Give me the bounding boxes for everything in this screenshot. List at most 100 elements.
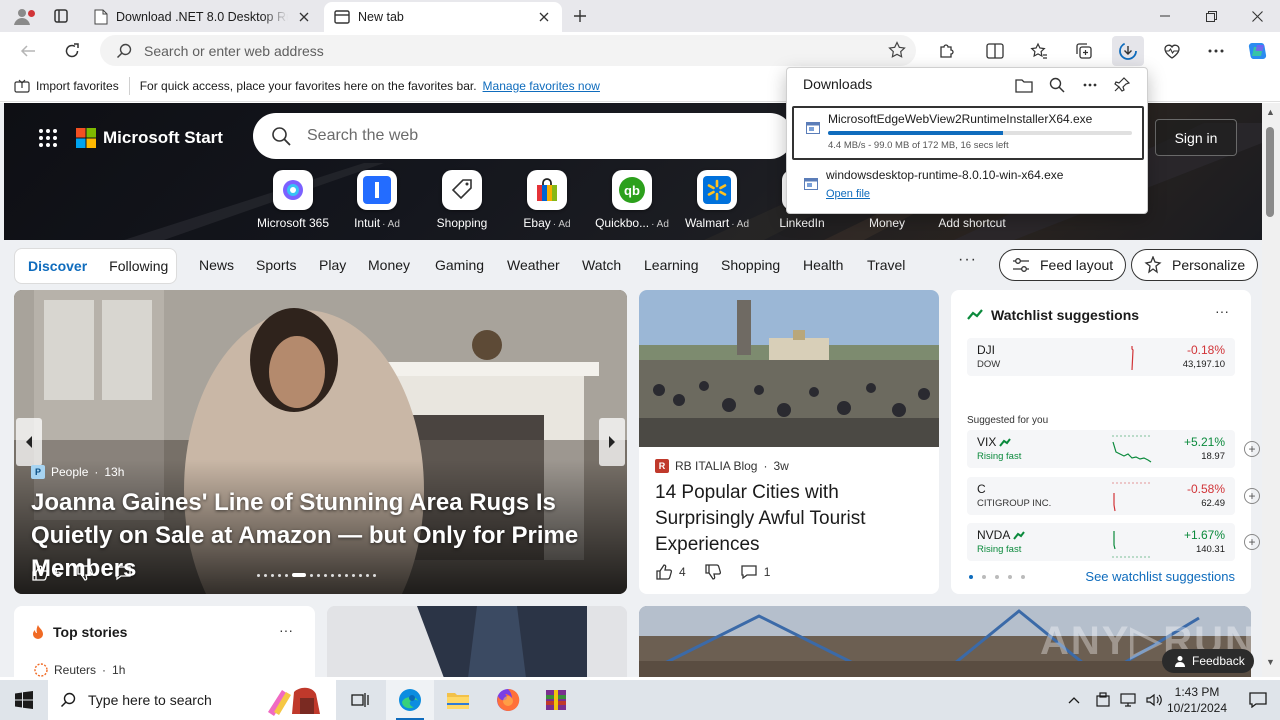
nav-travel[interactable]: Travel [867,257,905,273]
import-favorites-button[interactable]: Import favorites [14,76,130,95]
shortcut-shopping[interactable]: Shopping [422,170,502,230]
web-search-input[interactable]: Search the web [307,127,418,145]
carousel-dot[interactable] [317,573,320,577]
carousel-dot[interactable] [352,573,355,577]
profile-button[interactable] [8,4,36,28]
favorites-button[interactable] [1023,36,1055,66]
tab-actions-button[interactable] [48,4,74,28]
featured-story-card[interactable]: P People · 13h Joanna Gaines' Line of St… [14,290,627,594]
thumbs-down-icon[interactable] [704,563,722,581]
nav-gaming[interactable]: Gaming [435,257,484,273]
more-options-icon[interactable] [1078,74,1102,96]
scroll-down-arrow-icon[interactable]: ▼ [1266,657,1275,667]
personalize-button[interactable]: Personalize [1131,249,1259,281]
app-launcher-icon[interactable] [38,128,58,148]
tab-following[interactable]: Following [109,258,168,274]
shortcut-walmart[interactable]: Walmart · Ad [677,170,757,230]
address-input[interactable]: Search or enter web address [144,43,324,59]
search-downloads-icon[interactable] [1045,74,1069,96]
sign-in-button[interactable]: Sign in [1155,119,1237,156]
watchlist-row-vix[interactable]: VIX Rising fast +5.21% 18.97 + [967,430,1260,468]
see-watchlist-suggestions-link[interactable]: See watchlist suggestions [1085,569,1235,584]
settings-more-button[interactable] [1200,36,1232,66]
comment-icon[interactable] [114,564,132,582]
close-window-button[interactable] [1234,0,1280,32]
carousel-dot[interactable] [373,573,376,577]
web-search-box[interactable]: Search the web [253,113,793,159]
tab-new-tab[interactable]: New tab [324,2,562,32]
taskbar-search-input[interactable]: Type here to search [88,692,212,708]
scrollbar-thumb[interactable] [1266,127,1274,217]
security-tray-icon[interactable] [1096,692,1110,708]
shortcut-ebay[interactable]: Ebay · Ad [507,170,587,230]
favorite-star-icon[interactable] [888,41,906,59]
pager-dot[interactable] [982,575,986,579]
carousel-dot[interactable] [271,573,274,577]
nav-play[interactable]: Play [319,257,346,273]
nav-learning[interactable]: Learning [644,257,699,273]
copilot-button[interactable] [1242,36,1274,66]
watchlist-row-dji[interactable]: DJI DOW -0.18% 43,197.10 [967,338,1235,376]
browser-essentials-button[interactable] [1156,36,1188,66]
carousel-next-button[interactable] [599,418,625,466]
feedback-button[interactable]: Feedback [1162,649,1254,673]
manage-favorites-link[interactable]: Manage favorites now [483,79,600,93]
microsoft-start-logo[interactable]: Microsoft Start [76,128,223,148]
nav-weather[interactable]: Weather [507,257,560,273]
carousel-dot[interactable] [310,573,313,577]
pager-dot[interactable] [1008,575,1012,579]
shortcut-intuit[interactable]: Intuit · Ad [337,170,417,230]
comment-icon[interactable] [740,563,758,581]
nav-sports[interactable]: Sports [256,257,296,273]
network-icon[interactable] [1120,693,1136,707]
carousel-dot[interactable] [264,573,267,577]
address-bar[interactable]: Search or enter web address [100,35,916,66]
shortcut-microsoft-365[interactable]: Microsoft 365 [253,170,333,230]
open-downloads-folder-icon[interactable] [1012,74,1036,96]
carousel-dot[interactable] [292,573,306,577]
carousel-dot[interactable] [324,573,327,577]
tab-dotnet-download[interactable]: Download .NET 8.0 Desktop Runtime (v8.0.… [84,2,322,32]
story-title[interactable]: 14 Popular Cities with Surprisingly Awfu… [655,480,925,558]
carousel-dot[interactable] [345,573,348,577]
pager-dot[interactable] [1021,575,1025,579]
task-view-button[interactable] [336,680,384,720]
back-button[interactable] [12,36,44,66]
taskbar-file-explorer[interactable] [434,680,482,720]
taskbar-winrar[interactable] [532,680,580,720]
nav-health[interactable]: Health [803,257,843,273]
watchlist-row-nvda[interactable]: NVDA Rising fast +1.67% 140.31 + [967,523,1260,561]
carousel-dot[interactable] [257,573,260,577]
add-to-watchlist-icon[interactable]: + [1244,441,1260,457]
carousel-dot[interactable] [278,573,281,577]
extensions-button[interactable] [931,36,963,66]
nav-money[interactable]: Money [368,257,410,273]
story-card[interactable]: R RB ITALIA Blog · 3w 14 Popular Cities … [639,290,939,594]
tab-discover[interactable]: Discover [28,258,87,274]
nav-news[interactable]: News [199,257,234,273]
thumbs-down-icon[interactable] [76,564,94,582]
taskbar-edge[interactable] [386,680,434,720]
nav-shopping[interactable]: Shopping [721,257,780,273]
download-item-in-progress[interactable]: MicrosoftEdgeWebView2RuntimeInstallerX64… [792,106,1144,160]
pin-icon[interactable] [1110,74,1134,96]
page-scrollbar[interactable]: ▲ ▼ [1262,103,1280,677]
minimize-button[interactable] [1142,0,1188,32]
refresh-button[interactable] [56,36,88,66]
scroll-up-arrow-icon[interactable]: ▲ [1266,107,1275,117]
start-button[interactable] [0,680,48,720]
taskbar-firefox[interactable] [484,680,532,720]
thumbs-up-icon[interactable] [655,563,673,581]
add-to-watchlist-icon[interactable]: + [1244,534,1260,550]
carousel-dot[interactable] [359,573,362,577]
clock[interactable]: 1:43 PM 10/21/2024 [1162,684,1232,716]
close-tab-icon[interactable] [296,9,312,25]
watchlist-more-button[interactable]: ··· [1215,303,1229,319]
new-tab-button[interactable] [568,4,592,28]
pager-dot[interactable] [995,575,999,579]
watchlist-row-c[interactable]: C CITIGROUP INC. -0.58% 62.49 + [967,477,1260,515]
add-to-watchlist-icon[interactable]: + [1244,488,1260,504]
collections-button[interactable] [1068,36,1100,66]
carousel-dot[interactable] [338,573,341,577]
carousel-dot[interactable] [331,573,334,577]
